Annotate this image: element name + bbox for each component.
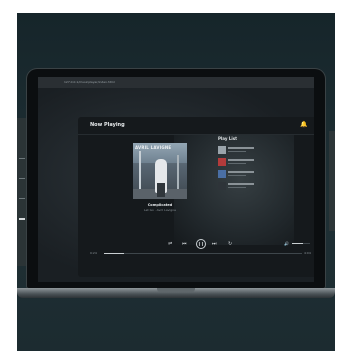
playlist-item-subtitle: [228, 151, 246, 152]
time-total: 4:04: [304, 251, 311, 255]
playlist-item-subtitle: [228, 175, 246, 176]
cover-figure-legs: [157, 183, 165, 197]
progress-bar[interactable]: [104, 253, 302, 254]
next-icon[interactable]: ⏭: [212, 239, 217, 249]
volume-slider[interactable]: [292, 243, 310, 244]
playlist-thumb: [218, 170, 226, 178]
play-pause-button[interactable]: ❙❙: [196, 239, 206, 249]
volume-icon[interactable]: 🔊: [284, 241, 289, 246]
playlist-item-title: [228, 171, 254, 173]
app-header: Now Playing 🔔 ⚙: [78, 117, 314, 135]
page-title: Now Playing: [90, 122, 125, 128]
progress-fill: [104, 253, 124, 254]
laptop-screen: 127.0.0.1/musicplayer/index.html Now Pla…: [38, 77, 314, 282]
laptop-notch: [157, 288, 195, 292]
playlist-item-subtitle: [228, 187, 246, 188]
shuffle-icon[interactable]: ⇌: [168, 239, 172, 249]
cover-pole: [139, 151, 141, 191]
playlist-thumb: [218, 146, 226, 154]
playlist-thumb: [218, 182, 226, 190]
playlist-thumb: [218, 158, 226, 166]
playlist-item[interactable]: [218, 182, 288, 191]
playlist-item-title: [228, 147, 254, 149]
ghost-panel-right: [329, 131, 335, 231]
cover-text: AVRIL LAVIGNE: [135, 145, 172, 150]
playback-controls: ⇌ ⏮ ❙❙ ⏭ ↻: [78, 239, 314, 249]
artist-name: Let Go · Avril Lavigne: [144, 208, 176, 212]
volume-fill: [292, 243, 303, 244]
bell-icon[interactable]: 🔔: [300, 122, 307, 128]
playlist-item[interactable]: [218, 146, 288, 155]
song-title: Complicated: [147, 203, 173, 207]
album-cover[interactable]: AVRIL LAVIGNE: [133, 143, 187, 199]
repeat-icon[interactable]: ↻: [228, 239, 232, 249]
photo-frame: 127.0.0.1/musicplayer/index.html Now Pla…: [17, 13, 335, 351]
cover-pole-2: [177, 155, 179, 191]
address-bar[interactable]: 127.0.0.1/musicplayer/index.html: [64, 80, 115, 84]
playlist-item[interactable]: [218, 170, 288, 179]
playlist-item-title: [228, 183, 254, 185]
playlist-item-title: [228, 159, 254, 161]
previous-icon[interactable]: ⏮: [182, 239, 187, 249]
playlist-item[interactable]: [218, 158, 288, 167]
playlist-item-subtitle: [228, 163, 246, 164]
time-elapsed: 0:24: [90, 251, 97, 255]
ghost-panel-left: [17, 118, 27, 266]
music-player: Now Playing 🔔 ⚙ AVRIL LAVIGNE Complicate…: [78, 117, 314, 277]
playlist-title: Play List: [218, 136, 238, 141]
